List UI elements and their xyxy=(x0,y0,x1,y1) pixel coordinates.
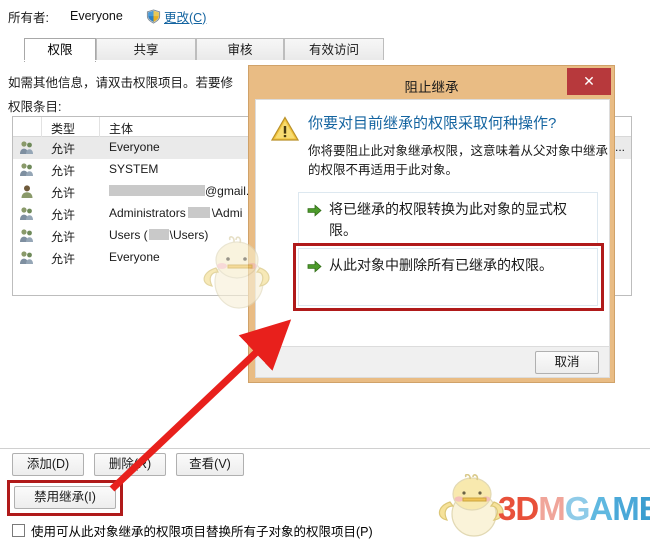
tab-auditing[interactable]: 审核 xyxy=(196,38,284,61)
remove-button[interactable]: 删除(R) xyxy=(94,453,166,476)
cell-principal: Everyone xyxy=(109,250,160,264)
replace-child-permissions-row[interactable]: 使用可从此对象继承的权限项目替换所有子对象的权限项目(P) xyxy=(12,521,373,540)
tabstrip: 权限 共享 审核 有效访问 xyxy=(8,38,608,62)
green-arrow-icon xyxy=(307,202,322,217)
replace-child-permissions-label: 使用可从此对象继承的权限项目替换所有子对象的权限项目(P) xyxy=(31,525,373,539)
divider xyxy=(0,448,650,449)
cancel-button[interactable]: 取消 xyxy=(535,351,599,374)
brand-char-6: E xyxy=(638,490,650,527)
dialog-description: 你将要阻止此对象继承权限，这意味着从父对象中继承的权限不再适用于此对象。 xyxy=(308,144,609,177)
brand-wordmark: 3DMGAME xyxy=(498,490,650,528)
redaction-block xyxy=(109,185,205,196)
brand-char-5: M xyxy=(612,490,639,527)
tab-share[interactable]: 共享 xyxy=(96,38,196,61)
users-group-icon xyxy=(19,206,35,221)
dialog-footer: 取消 xyxy=(255,347,610,378)
close-icon[interactable]: ✕ xyxy=(567,68,611,95)
option-label: 从此对象中删除所有已继承的权限。 xyxy=(329,257,553,273)
redaction-block xyxy=(187,207,210,218)
cell-type: 允许 xyxy=(51,142,76,156)
view-button[interactable]: 查看(V) xyxy=(176,453,244,476)
tab-active-underlay xyxy=(8,60,608,61)
add-button[interactable]: 添加(D) xyxy=(12,453,84,476)
brand-char-2: M xyxy=(538,490,565,527)
dialog-body: 你要对目前继承的权限采取何种操作? 你将要阻止此对象继承权限，这意味着从父对象中… xyxy=(255,99,610,347)
uac-shield-icon xyxy=(146,8,161,24)
cell-principal: SYSTEM xyxy=(109,162,159,176)
brand-char-4: A xyxy=(589,490,613,527)
dialog-question: 你要对目前继承的权限采取何种操作? xyxy=(308,115,557,132)
cell-principal: Administrators \Admi xyxy=(109,206,243,220)
column-header-type[interactable]: 类型 xyxy=(51,120,75,137)
cell-type: 允许 xyxy=(51,186,76,200)
cell-type: 允许 xyxy=(51,252,76,266)
dialog-title: 阻止继承 xyxy=(404,80,459,95)
chick-mascot-icon xyxy=(203,236,270,309)
owner-label: 所有者: xyxy=(8,10,49,25)
replace-child-permissions-checkbox[interactable] xyxy=(12,524,25,537)
green-arrow-icon xyxy=(307,258,322,273)
disable-inheritance-button[interactable]: 禁用继承(I) xyxy=(14,486,116,509)
option-remove-all-inherited[interactable]: 从此对象中删除所有已继承的权限。 xyxy=(298,248,598,306)
brand-char-3: G xyxy=(564,490,591,527)
warning-triangle-icon xyxy=(270,116,300,142)
tab-permissions[interactable]: 权限 xyxy=(24,38,96,62)
brand-char-0: 3 xyxy=(498,490,516,527)
option-label: 将已继承的权限转换为此对象的显式权限。 xyxy=(329,201,567,238)
dialog-titlebar[interactable]: 阻止继承 ✕ xyxy=(255,68,611,99)
column-header-principal[interactable]: 主体 xyxy=(109,120,133,137)
users-group-icon xyxy=(19,250,35,265)
users-group-icon xyxy=(19,228,35,243)
brand-char-1: D xyxy=(515,490,539,527)
single-user-icon xyxy=(19,184,35,199)
owner-value: Everyone xyxy=(70,9,123,23)
cell-type: 允许 xyxy=(51,208,76,222)
cell-type: 允许 xyxy=(51,164,76,178)
info-text: 如需其他信息，请双击权限项目。若要修 xyxy=(8,76,234,90)
cell-principal: Everyone xyxy=(109,140,160,154)
cell-type: 允许 xyxy=(51,230,76,244)
owner-row: 所有者: Everyone 更改(C) xyxy=(8,6,206,26)
option-convert-inherited[interactable]: 将已继承的权限转换为此对象的显式权限。 xyxy=(298,192,598,244)
entries-label: 权限条目: xyxy=(8,100,62,114)
change-owner-link[interactable]: 更改(C) xyxy=(164,7,206,26)
block-inheritance-dialog: 阻止继承 ✕ 你要对目前继承的权限采取何种操作? 你将要阻止此对象继承权限，这意… xyxy=(248,65,615,383)
column-divider-1 xyxy=(41,117,42,137)
redaction-block xyxy=(148,229,169,240)
users-group-icon xyxy=(19,140,35,155)
brand-watermark: 3DMGAME xyxy=(434,468,650,537)
column-divider-2 xyxy=(99,117,100,137)
users-group-icon xyxy=(19,162,35,177)
tab-effective-access[interactable]: 有效访问 xyxy=(284,38,384,61)
